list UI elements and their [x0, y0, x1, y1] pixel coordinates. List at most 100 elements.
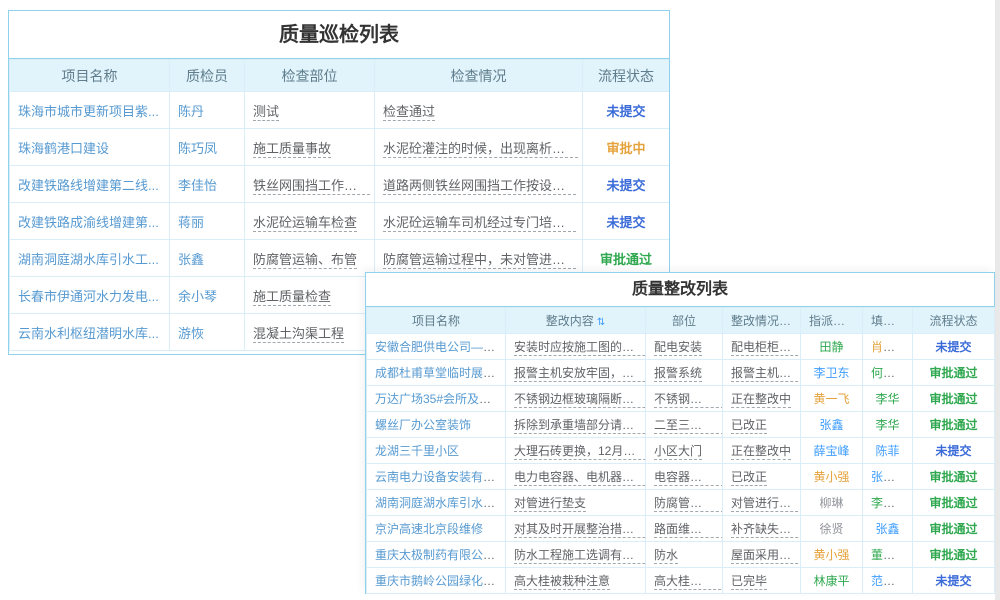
check-situation-field[interactable]: 检查通过: [383, 104, 435, 121]
project-link[interactable]: 改建铁路成渝线增建第...: [18, 215, 159, 230]
reporter-name[interactable]: 何芷萌: [871, 366, 907, 380]
rectify-content-field[interactable]: 对管进行垫支: [514, 496, 586, 512]
project-link[interactable]: 云南水利枢纽潜明水库...: [18, 326, 159, 341]
rectify-feedback-field[interactable]: 正在整改中: [731, 444, 791, 460]
status-badge-cell: 审批通过: [913, 542, 995, 568]
project-link[interactable]: 改建铁路线增建第二线...: [18, 178, 159, 193]
assignee-name[interactable]: 薛宝峰: [813, 444, 849, 458]
reporter-name[interactable]: 陈菲: [875, 444, 899, 458]
inspector-name[interactable]: 陈巧凤: [178, 141, 217, 156]
rectify-feedback-field-cell: 正在整改中: [723, 438, 801, 464]
rectify-part-field[interactable]: 不锈钢安装...: [654, 392, 723, 408]
sort-icon[interactable]: ⇅: [597, 317, 605, 328]
rectify-feedback-field[interactable]: 报警主机安放...: [731, 366, 801, 382]
rectify-row: 螺丝厂办公室装饰拆除到承重墙部分请做好加固...二至三楼混...已改正张鑫李华审…: [367, 412, 995, 438]
inspector-name[interactable]: 陈丹: [178, 104, 204, 119]
rectify-row: 京沪高速北京段维修 对其及时开展整治措施，桥头... 路面维修检... 补齐缺失标志.…: [367, 516, 995, 542]
assignee-name[interactable]: 黄一飞: [813, 392, 849, 406]
rectify-part-field[interactable]: 报警系统: [654, 366, 702, 382]
project-link[interactable]: 珠海市城市更新项目紫...: [18, 104, 159, 119]
status-badge: 审批通过: [929, 470, 977, 484]
reporter-name[interactable]: 李华: [875, 392, 899, 406]
rectify-feedback-field[interactable]: 已完毕: [731, 574, 767, 590]
assignee-name[interactable]: 柳琳: [819, 496, 843, 510]
check-part-field[interactable]: 施工质量检查: [253, 289, 331, 306]
project-link[interactable]: 龙湖三千里小区: [375, 444, 459, 458]
reporter-name[interactable]: 李若若: [871, 496, 907, 510]
check-situation-field[interactable]: 防腐管运输过程中，未对管进行...: [383, 252, 576, 269]
reporter-name[interactable]: 肖亚军: [871, 340, 907, 354]
inspector-name[interactable]: 游恢: [178, 326, 204, 341]
rectify-content-field[interactable]: 不锈钢边框玻璃隔断安装不牢...: [514, 392, 646, 408]
reporter-name[interactable]: 张鑫: [875, 522, 899, 536]
status-badge-cell: 审批通过: [913, 516, 995, 542]
status-badge-cell: 审批通过: [913, 464, 995, 490]
reporter-name[interactable]: 董清平: [871, 548, 907, 562]
project-link-cell: 云南水利枢纽潜明水库...: [10, 314, 170, 351]
rectify-content-field[interactable]: 防水工程施工选调有专业资质...: [514, 548, 646, 564]
assignee-name[interactable]: 李卫东: [813, 366, 849, 380]
inspector-name[interactable]: 李佳怡: [178, 178, 217, 193]
assignee-name[interactable]: 黄小强: [813, 548, 849, 562]
project-link[interactable]: 重庆市鹅岭公园绿化景观提升...: [375, 574, 506, 588]
assignee-name[interactable]: 徐贤: [819, 522, 843, 536]
project-link[interactable]: 长春市伊通河水力发电...: [18, 289, 159, 304]
column-header-label: 检查部位: [282, 68, 338, 84]
reporter-name[interactable]: 范思哲: [871, 574, 907, 588]
project-link[interactable]: 重庆太极制药有限公司亳州中...: [375, 548, 506, 562]
project-link[interactable]: 云南电力设备安装有限公司20...: [375, 470, 506, 484]
inspector-name[interactable]: 余小琴: [178, 289, 217, 304]
project-link[interactable]: 螺丝厂办公室装饰: [375, 418, 471, 432]
check-part-field-cell: 混凝土沟渠工程: [245, 314, 375, 351]
rectify-part-field[interactable]: 防水: [654, 548, 678, 564]
project-link[interactable]: 湖南洞庭湖水库引水工程施工1标: [375, 496, 506, 510]
rectify-feedback-field[interactable]: 对管进行垫支: [731, 496, 801, 512]
rectify-content-field[interactable]: 电力电容器、电机器安装方案...: [514, 470, 646, 486]
check-part-field[interactable]: 防腐管运输、布管: [253, 252, 357, 269]
rectify-part-field[interactable]: 小区大门: [654, 444, 702, 460]
inspector-name[interactable]: 张鑫: [178, 252, 204, 267]
rectify-content-field[interactable]: 安装时应按施工图的布置，将...: [514, 340, 646, 356]
assignee-name[interactable]: 林康平: [813, 574, 849, 588]
rectify-feedback-field[interactable]: 正在整改中: [731, 392, 791, 408]
check-situation-field[interactable]: 水泥砼灌注的时候，出现离析现象: [383, 141, 578, 158]
assignee-name[interactable]: 张鑫: [819, 418, 843, 432]
assignee-name[interactable]: 田静: [819, 340, 843, 354]
rectify-feedback-field[interactable]: 补齐缺失标志...: [731, 522, 801, 538]
rectify-feedback-field[interactable]: 已改正: [731, 470, 767, 486]
project-link[interactable]: 珠海鹤港口建设: [18, 141, 109, 156]
rectify-part-field[interactable]: 高大桂被栽种: [654, 574, 723, 590]
check-part-field[interactable]: 水泥砼运输车检查: [253, 215, 357, 232]
rectify-part-field[interactable]: 配电安装: [654, 340, 702, 356]
rectify-feedback-field-cell: 已完毕: [723, 568, 801, 594]
check-part-field[interactable]: 测试: [253, 104, 279, 121]
check-situation-field[interactable]: 道路两侧铁丝网围挡工作按设计...: [383, 178, 576, 195]
project-link[interactable]: 成都杜甫草堂临时展厅独立展...: [375, 366, 506, 380]
rectify-content-field[interactable]: 大理石砖更换，12月31日之...: [514, 444, 646, 460]
project-link[interactable]: 安徽合肥供电公司—配电设备...: [375, 340, 506, 354]
project-link[interactable]: 湖南洞庭湖水库引水工...: [18, 252, 159, 267]
rectify-content-field[interactable]: 高大桂被栽种注意: [514, 574, 610, 590]
check-part-field[interactable]: 施工质量事故: [253, 141, 331, 158]
rectify-content-field[interactable]: 对其及时开展整治措施，桥头...: [514, 522, 646, 538]
rectify-part-field[interactable]: 二至三楼混...: [654, 418, 723, 434]
column-header-label: 项目名称: [412, 314, 460, 328]
rectify-content-field[interactable]: 拆除到承重墙部分请做好加固...: [514, 418, 646, 434]
project-link[interactable]: 京沪高速北京段维修: [375, 522, 483, 536]
check-situation-field[interactable]: 水泥砼运输车司机经过专门培训...: [383, 215, 576, 232]
reporter-name[interactable]: 张小东: [871, 470, 907, 484]
rectify-part-field[interactable]: 防腐管运输...: [654, 496, 723, 512]
rectify-feedback-field[interactable]: 屋面采用聚氨...: [731, 548, 801, 564]
rectify-feedback-field[interactable]: 配电柜柜体与...: [731, 340, 801, 356]
rectify-content-field[interactable]: 报警主机安放牢固，线缆连接...: [514, 366, 646, 382]
rectify-part-field[interactable]: 路面维修检...: [654, 522, 723, 538]
rectify-part-field[interactable]: 电容器安装...: [654, 470, 723, 486]
column-header: 质检员: [170, 60, 245, 92]
rectify-feedback-field[interactable]: 已改正: [731, 418, 767, 434]
assignee-name[interactable]: 黄小强: [813, 470, 849, 484]
reporter-name[interactable]: 李华: [875, 418, 899, 432]
inspector-name[interactable]: 蒋丽: [178, 215, 204, 230]
check-part-field[interactable]: 铁丝网围挡工作检查: [253, 178, 370, 195]
project-link[interactable]: 万达广场35#会所及咖啡厅空...: [375, 392, 506, 406]
check-part-field[interactable]: 混凝土沟渠工程: [253, 326, 344, 343]
